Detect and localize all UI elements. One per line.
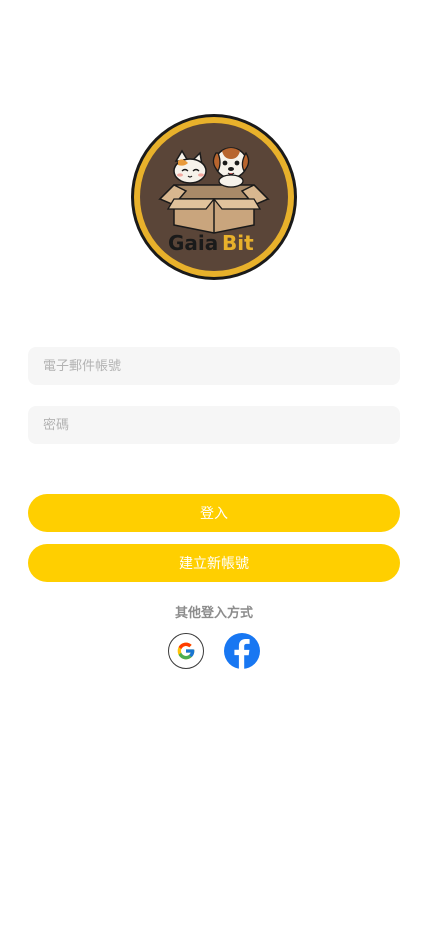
facebook-login-button[interactable]	[224, 633, 260, 669]
email-field-container	[28, 347, 400, 385]
login-button[interactable]: 登入	[28, 494, 400, 532]
app-logo: Gaia Bit	[130, 113, 298, 281]
svg-text:Bit: Bit	[222, 231, 254, 255]
create-account-button-label: 建立新帳號	[179, 556, 249, 572]
facebook-icon	[224, 633, 260, 669]
create-account-button[interactable]: 建立新帳號	[28, 544, 400, 582]
google-login-button[interactable]	[168, 633, 204, 669]
svg-text:Gaia: Gaia	[168, 231, 218, 255]
email-field[interactable]	[28, 347, 400, 385]
login-button-label: 登入	[200, 506, 228, 522]
other-login-label: 其他登入方式	[174, 606, 253, 621]
gaiabit-logo-icon: Gaia Bit	[131, 114, 297, 280]
password-field-container	[28, 406, 400, 444]
google-icon	[168, 633, 204, 669]
password-field[interactable]	[28, 406, 400, 444]
